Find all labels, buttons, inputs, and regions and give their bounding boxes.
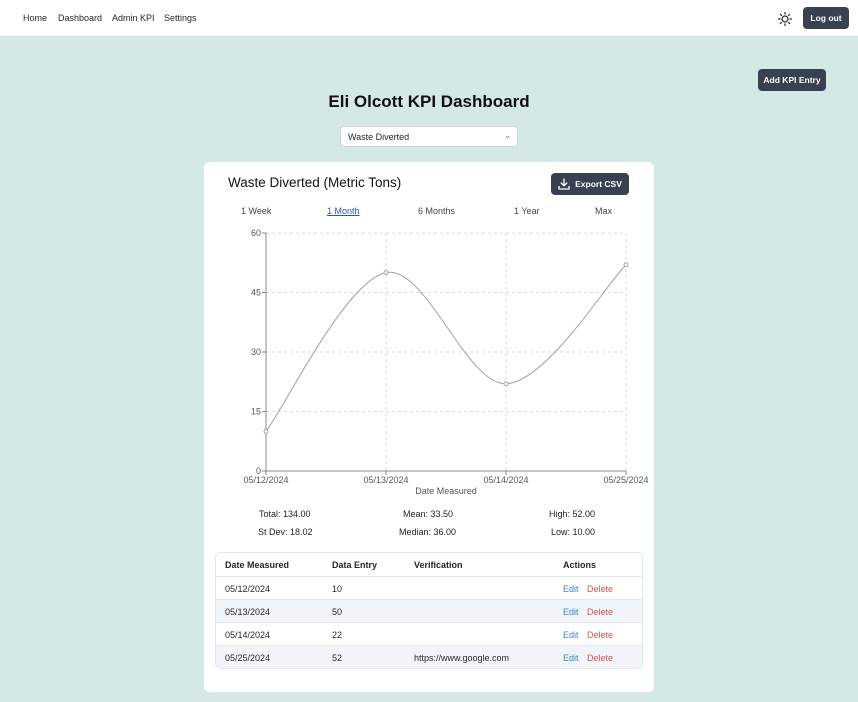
chart-title: Waste Diverted (Metric Tons) <box>228 175 402 190</box>
stat-stdev: St Dev: 18.02 <box>258 527 313 537</box>
stat-low: Low: 10.00 <box>551 527 596 537</box>
table-row: 05/13/2024 50 Edit Delete <box>216 599 642 622</box>
download-icon <box>558 178 570 190</box>
table-header-row: Date Measured Data Entry Verification Ac… <box>216 553 642 576</box>
delete-link[interactable]: Delete <box>587 630 613 640</box>
delete-link[interactable]: Delete <box>587 584 613 594</box>
row-value: 50 <box>332 607 343 617</box>
kpi-entries-table: Date Measured Data Entry Verification Ac… <box>215 552 643 669</box>
delete-link[interactable]: Delete <box>587 607 613 617</box>
y-tick-label: 30 <box>251 347 261 357</box>
top-navbar: Home Dashboard Admin KPI Settings Log ou… <box>0 0 858 37</box>
data-point <box>623 262 629 268</box>
row-value: 52 <box>332 653 343 663</box>
x-axis-label: Date Measured <box>415 486 477 496</box>
data-point <box>263 428 269 434</box>
header-data-entry: Data Entry <box>332 560 378 570</box>
stat-median: Median: 36.00 <box>399 527 457 537</box>
y-tick-label: 15 <box>251 407 261 417</box>
kpi-card: Waste Diverted (Metric Tons) Export CSV … <box>204 162 654 692</box>
nav-dashboard-link[interactable]: Dashboard <box>58 13 102 23</box>
range-1-week[interactable]: 1 Week <box>241 206 271 216</box>
nav-home-link[interactable]: Home <box>23 13 47 23</box>
delete-link[interactable]: Delete <box>587 653 613 663</box>
kpi-select[interactable]: Waste Diverted ⌄ <box>340 126 518 147</box>
range-max[interactable]: Max <box>595 206 612 216</box>
edit-link[interactable]: Edit <box>563 653 579 663</box>
row-date: 05/14/2024 <box>225 630 271 640</box>
row-date: 05/25/2024 <box>225 653 271 663</box>
series-line <box>265 264 627 432</box>
row-verification: https://www.google.com <box>414 653 510 663</box>
nav-admin-kpi-link[interactable]: Admin KPI <box>112 13 155 23</box>
header-actions: Actions <box>563 560 597 570</box>
x-tick-label: 05/12/2024 <box>243 475 288 485</box>
table-row: 05/12/2024 10 Edit Delete <box>216 576 642 599</box>
stat-high: High: 52.00 <box>549 509 596 519</box>
row-value: 22 <box>332 630 343 640</box>
line-chart: 01530456005/12/2024 05/13/2024 05/14/2024 0… <box>243 228 648 496</box>
edit-link[interactable]: Edit <box>563 584 579 594</box>
kpi-select-value: Waste Diverted <box>348 132 410 142</box>
row-date: 05/12/2024 <box>225 584 271 594</box>
y-tick-label: 60 <box>251 228 261 238</box>
range-1-year[interactable]: 1 Year <box>514 206 540 216</box>
y-tick-label: 45 <box>251 288 261 298</box>
stat-total: Total: 134.00 <box>259 509 311 519</box>
row-value: 10 <box>332 584 343 594</box>
edit-link[interactable]: Edit <box>563 630 579 640</box>
sun-icon[interactable] <box>776 10 794 28</box>
row-date: 05/13/2024 <box>225 607 271 617</box>
stat-mean: Mean: 33.50 <box>403 509 454 519</box>
page-title: Eli Olcott KPI Dashboard <box>328 92 530 111</box>
logout-button[interactable]: Log out <box>803 7 849 29</box>
x-tick-label: 05/13/2024 <box>363 475 408 485</box>
nav-settings-link[interactable]: Settings <box>164 13 197 23</box>
x-tick-label: 05/25/2024 <box>603 475 648 485</box>
data-point <box>383 270 389 276</box>
table-row: 05/14/2024 22 Edit Delete <box>216 622 642 645</box>
header-date: Date Measured <box>225 560 290 570</box>
edit-link[interactable]: Edit <box>563 607 579 617</box>
data-point <box>503 381 509 387</box>
chevron-down-icon: ⌄ <box>504 131 511 140</box>
header-verification: Verification <box>414 560 463 570</box>
export-csv-label: Export CSV <box>575 179 622 189</box>
x-tick-label: 05/14/2024 <box>483 475 528 485</box>
add-kpi-entry-button[interactable]: Add KPI Entry <box>758 69 826 91</box>
range-6-months[interactable]: 6 Months <box>418 206 455 216</box>
table-row: 05/25/2024 52 https://www.google.com Edi… <box>216 645 642 668</box>
export-csv-button[interactable]: Export CSV <box>551 173 629 195</box>
range-1-month[interactable]: 1 Month <box>327 206 360 216</box>
